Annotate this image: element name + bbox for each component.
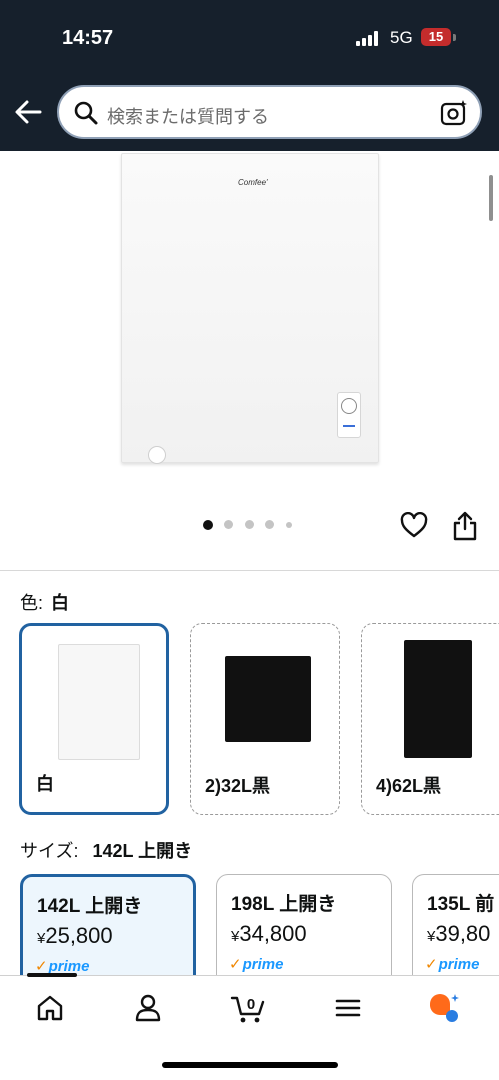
battery-tip <box>453 34 456 41</box>
swatch-image <box>225 656 311 742</box>
status-time: 14:57 <box>62 27 114 49</box>
size-label-text: サイズ: <box>20 841 79 861</box>
product-image[interactable]: Comfee' <box>121 153 379 464</box>
size-selected: 142L 上開き <box>92 841 193 861</box>
swatch-image <box>58 644 140 760</box>
prime-badge: ✓prime <box>425 956 480 973</box>
signal-icon <box>356 30 382 46</box>
size-label: サイズ: 142L 上開き <box>20 837 192 863</box>
brand-logo: Comfee' <box>238 178 268 187</box>
size-title: 135L 前 <box>427 894 495 915</box>
color-selected: 白 <box>51 593 70 613</box>
thermostat-dial <box>337 392 361 438</box>
color-label: 色: 白 <box>20 589 69 615</box>
search-input[interactable]: 検索または質問する <box>107 103 269 129</box>
color-swatch-white[interactable]: 白 <box>19 623 169 815</box>
cart-icon[interactable]: 0 <box>230 992 266 1024</box>
prime-badge: ✓prime <box>229 956 284 973</box>
cart-count: 0 <box>247 996 255 1013</box>
color-swatch-62l-black[interactable]: 4)62L黒 <box>361 623 499 815</box>
color-label-text: 色: <box>20 593 44 613</box>
account-icon[interactable] <box>132 992 164 1024</box>
pagination-dot[interactable] <box>286 522 292 528</box>
top-bar: 14:57 5G 15 検索または質問する <box>0 0 499 151</box>
pagination-dot[interactable] <box>245 520 254 529</box>
bottom-tab-bar: 0 <box>0 973 499 1080</box>
drain-plug <box>148 446 166 464</box>
search-bar[interactable]: 検索または質問する <box>57 85 482 139</box>
home-indicator <box>162 1062 338 1068</box>
menu-icon[interactable] <box>332 992 364 1024</box>
swatch-label: 白 <box>36 774 54 794</box>
swatch-label: 2)32L黒 <box>205 776 271 796</box>
back-arrow-icon[interactable] <box>14 98 42 126</box>
home-icon[interactable] <box>34 992 66 1024</box>
size-title: 142L 上開き <box>37 896 143 917</box>
size-title: 198L 上開き <box>231 894 337 915</box>
battery-icon: 15 <box>421 28 451 46</box>
pagination-dot[interactable] <box>203 520 213 530</box>
swatch-image <box>404 640 472 758</box>
heart-icon[interactable] <box>400 512 428 538</box>
color-swatch-32l-black[interactable]: 2)32L黒 <box>190 623 340 815</box>
pagination-dot[interactable] <box>265 520 274 529</box>
product-gallery[interactable]: Comfee' <box>0 151 499 571</box>
scrollbar[interactable] <box>489 175 493 221</box>
share-icon[interactable] <box>452 511 478 541</box>
active-tab-indicator <box>27 973 77 977</box>
pagination-dot[interactable] <box>224 520 233 529</box>
size-price: ¥34,800 <box>231 921 307 946</box>
size-price: ¥25,800 <box>37 923 113 948</box>
rufus-icon[interactable] <box>428 992 460 1024</box>
search-icon <box>74 101 98 125</box>
swatch-label: 4)62L黒 <box>376 776 442 796</box>
size-price: ¥39,80 <box>427 921 491 946</box>
network-type: 5G <box>390 28 413 47</box>
camera-search-icon[interactable] <box>440 99 468 127</box>
